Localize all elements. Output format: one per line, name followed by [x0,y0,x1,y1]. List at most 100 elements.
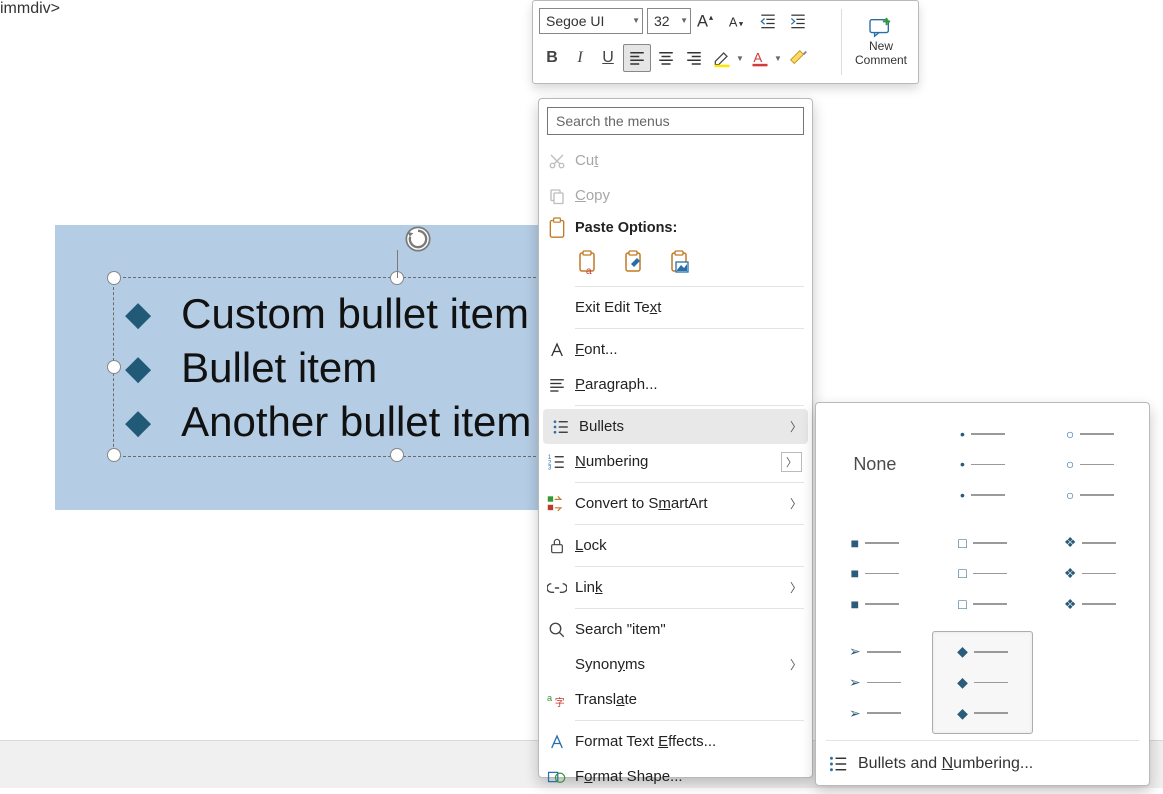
search-placeholder: Search the menus [556,113,670,129]
menu-label: Bullets [579,418,790,435]
menu-label: Numbering [575,453,781,470]
menu-exit-edit-text[interactable]: Exit Edit Text [539,290,812,325]
bullets-submenu: None ••• ○○○ ■■■ □□□ ❖❖❖ ➢➢➢ ◆◆◆ [815,402,1150,786]
new-comment-button[interactable]: New Comment [844,1,918,83]
menu-copy[interactable]: Copy [539,178,812,213]
text-box-content[interactable]: ◆ Custom bullet item ◆ Bullet item ◆ Ano… [125,287,531,449]
menu-label: Link [575,579,790,596]
menu-synonyms[interactable]: Synonyms 〉 [539,647,812,682]
paste-picture-button[interactable] [667,249,695,277]
copy-icon [539,187,575,205]
bullet-option-diamond[interactable]: ◆◆◆ [932,631,1034,734]
bullet-option-filled-round[interactable]: ••• [932,413,1034,516]
font-size-select[interactable]: 32 ▼ [647,8,691,34]
menu-search-input[interactable]: Search the menus [547,107,804,135]
menu-label: Copy [575,187,802,204]
diamond-bullet-icon: ◆ [125,351,151,385]
italic-button[interactable]: I [567,45,593,71]
menu-label: Synonyms [575,656,790,673]
link-icon [539,580,575,596]
bullet-option-hollow-round[interactable]: ○○○ [1039,413,1141,516]
menu-convert-smartart[interactable]: Convert to SmartArt 〉 [539,486,812,521]
menu-paragraph[interactable]: Paragraph... [539,367,812,402]
font-family-select[interactable]: Segoe UI ▼ [539,8,643,34]
chevron-down-icon: ▼ [630,17,640,25]
resize-handle[interactable] [107,448,121,462]
format-shape-icon [539,768,575,786]
resize-handle[interactable] [107,271,121,285]
svg-text:a: a [547,692,553,702]
bullets-icon [828,755,848,773]
menu-lock[interactable]: Lock [539,528,812,563]
decrease-indent-button[interactable] [755,8,781,34]
list-item: ◆ Bullet item [125,341,531,395]
chevron-right-icon: 〉 [790,418,802,435]
paste-keep-source-button[interactable]: a [575,249,603,277]
diamond-bullet-icon: ◆ [125,405,151,439]
svg-text:▴: ▴ [709,13,713,22]
bullets-and-numbering-label: Bullets and Numbering... [858,755,1033,773]
bullet-option-arrow[interactable]: ➢➢➢ [824,631,926,734]
new-comment-label-line2: Comment [855,54,907,68]
chevron-right-icon: 〉 [781,452,802,472]
menu-cut[interactable]: Cut [539,143,812,178]
chevron-right-icon: 〉 [790,579,802,596]
smartart-icon [539,495,575,513]
toolbar-divider [841,9,842,75]
menu-label: Translate [575,691,802,708]
text-effects-icon [539,733,575,751]
font-family-value: Segoe UI [546,13,604,29]
bullets-and-numbering-item[interactable]: Bullets and Numbering... [816,743,1149,785]
menu-bullets[interactable]: Bullets 〉 [543,409,808,444]
menu-label: Format Shape... [575,768,802,785]
chevron-down-icon[interactable]: ▼ [773,54,783,63]
resize-handle[interactable] [390,448,404,462]
paste-merge-button[interactable] [621,249,649,277]
paste-options-heading: Paste Options: [539,213,812,245]
resize-handle[interactable] [107,360,121,374]
increase-indent-button[interactable] [785,8,811,34]
menu-format-shape[interactable]: Format Shape... [539,759,812,794]
menu-format-text-effects[interactable]: Format Text Effects... [539,724,812,759]
font-size-value: 32 [654,13,670,29]
menu-search-item[interactable]: Search "item" [539,612,812,647]
increase-font-size-button[interactable]: A▴ [695,8,721,34]
svg-text:A: A [697,13,708,31]
chevron-down-icon[interactable]: ▼ [735,54,745,63]
mini-toolbar: Segoe UI ▼ 32 ▼ A▴ A▾ [532,0,919,84]
svg-text:3: 3 [548,465,552,471]
list-item: ◆ Custom bullet item [125,287,531,341]
bullet-option-hollow-square[interactable]: □□□ [932,522,1034,625]
menu-font[interactable]: Font... [539,332,812,367]
underline-button[interactable]: U [595,45,621,71]
bullet-option-filled-square[interactable]: ■■■ [824,522,926,625]
diamond-bullet-icon: ◆ [125,297,151,331]
menu-link[interactable]: Link 〉 [539,570,812,605]
align-left-button[interactable] [623,44,651,72]
chevron-right-icon: 〉 [790,656,802,673]
bullet-none-label: None [832,419,918,511]
list-item-text: Bullet item [181,345,377,391]
decrease-font-size-button[interactable]: A▾ [725,8,751,34]
svg-text:字: 字 [555,696,565,709]
numbering-icon: 123 [539,453,575,471]
menu-numbering[interactable]: 123 Numbering 〉 [539,444,812,479]
align-center-button[interactable] [653,45,679,71]
highlight-color-split-button[interactable]: ▼ [709,45,745,71]
menu-translate[interactable]: a字 Translate [539,682,812,717]
align-right-button[interactable] [681,45,707,71]
font-color-split-button[interactable]: A ▼ [747,45,783,71]
menu-label: Format Text Effects... [575,733,802,750]
chevron-down-icon: ▼ [678,17,688,25]
search-icon [539,621,575,639]
bold-button[interactable]: B [539,45,565,71]
menu-label: Lock [575,537,802,554]
bullet-option-star[interactable]: ❖❖❖ [1039,522,1141,625]
svg-text:A: A [729,15,738,30]
new-comment-label-line1: New [855,40,907,54]
rotate-connector [397,250,398,278]
rotate-handle-icon[interactable] [403,224,433,254]
format-painter-button[interactable] [785,45,811,71]
chevron-right-icon: 〉 [790,495,802,512]
bullet-option-none[interactable]: None [824,413,926,516]
